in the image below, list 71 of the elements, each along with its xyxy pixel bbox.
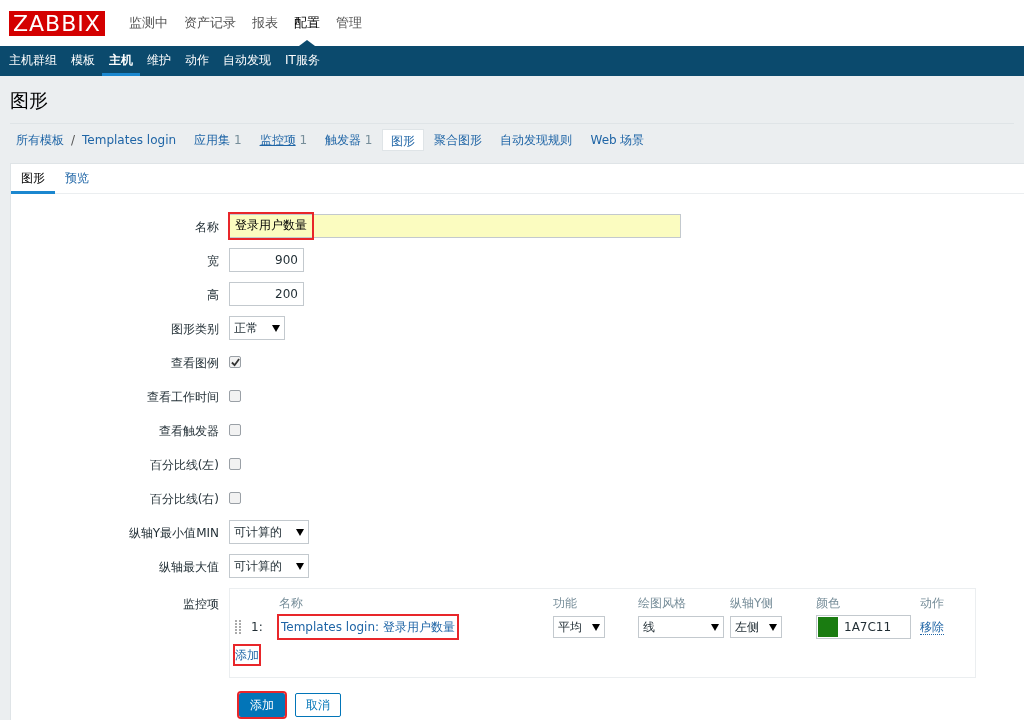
drag-handle-icon[interactable] xyxy=(235,620,241,634)
checkbox[interactable] xyxy=(229,390,241,402)
field-label: 百分比线(右) xyxy=(149,492,219,506)
row-index: 1: xyxy=(251,619,263,636)
color-swatch[interactable] xyxy=(818,617,838,637)
dropdown[interactable]: 正常 xyxy=(229,316,285,340)
host-tab[interactable]: 图形 xyxy=(382,129,425,151)
field-label: 名称 xyxy=(195,220,219,234)
sub-menu-item[interactable]: 维护 xyxy=(140,46,178,76)
caret-icon xyxy=(272,324,280,332)
column-header: 纵轴Y侧 xyxy=(730,595,775,612)
field-label: 图形类别 xyxy=(171,322,219,336)
sub-menu-item[interactable]: 动作 xyxy=(178,46,216,76)
field-label: 纵轴最大值 xyxy=(159,560,219,574)
remove-link[interactable]: 移除 xyxy=(920,620,944,635)
caret-icon xyxy=(769,623,777,631)
sub-menu-item[interactable]: 模板 xyxy=(64,46,102,76)
form-tab[interactable]: 图形 xyxy=(11,164,55,194)
breadcrumb-link[interactable]: 所有模板 xyxy=(16,131,64,149)
item-link[interactable]: Templates login: 登录用户数量 xyxy=(279,616,457,638)
main-menu-item[interactable]: 监测中 xyxy=(120,0,176,46)
sub-menu-item[interactable]: IT服务 xyxy=(278,46,327,76)
caret-icon xyxy=(592,623,600,631)
sub-menu-item[interactable]: 主机 xyxy=(102,46,140,76)
checkbox[interactable] xyxy=(229,458,241,470)
column-header: 绘图风格 xyxy=(638,595,687,612)
main-menu-item[interactable]: 管理 xyxy=(327,0,370,46)
field-label: 纵轴Y最小值MIN xyxy=(128,526,219,540)
main-menu-item[interactable]: 资产记录 xyxy=(175,0,244,46)
caret-icon xyxy=(711,623,719,631)
column-header: 颜色 xyxy=(816,595,841,612)
field-label: 查看触发器 xyxy=(159,424,219,438)
field-label: 监控项 xyxy=(183,597,219,611)
logo[interactable]: ZABBIX xyxy=(9,10,105,36)
number-input[interactable]: 900 xyxy=(229,248,304,272)
breadcrumb-link[interactable]: Templates login xyxy=(82,131,177,149)
host-tab[interactable]: 触发器 1 xyxy=(317,129,381,151)
add-button[interactable]: 添加 xyxy=(239,693,285,717)
host-tab[interactable]: 聚合图形 xyxy=(426,129,491,151)
cancel-button[interactable]: 取消 xyxy=(295,693,341,717)
main-menu-item[interactable]: 报表 xyxy=(243,0,286,46)
dropdown[interactable]: 可计算的 xyxy=(229,554,309,578)
field-label: 百分比线(左) xyxy=(149,458,219,472)
host-tab[interactable]: Web 场景 xyxy=(582,129,653,151)
breadcrumb-separator: / xyxy=(71,132,76,149)
column-header: 名称 xyxy=(279,595,304,612)
number-input[interactable]: 200 xyxy=(229,282,304,306)
sub-menu-item[interactable]: 主机群组 xyxy=(2,46,64,76)
column-header: 动作 xyxy=(920,595,945,612)
caret-icon xyxy=(296,528,304,536)
checkbox[interactable] xyxy=(229,424,241,436)
column-header: 功能 xyxy=(553,595,578,612)
function-dropdown[interactable]: 平均 xyxy=(553,616,605,638)
add-link[interactable]: 添加 xyxy=(235,646,259,664)
y-side-dropdown[interactable]: 左侧 xyxy=(730,616,782,638)
page-title: 图形 xyxy=(10,76,1014,124)
checkbox[interactable] xyxy=(229,492,241,504)
host-tab[interactable]: 监控项 1 xyxy=(251,129,315,151)
field-label: 查看图例 xyxy=(171,356,219,370)
field-label: 宽 xyxy=(207,254,219,268)
color-input[interactable]: 1A7C11 xyxy=(816,615,911,639)
host-tab[interactable]: 自动发现规则 xyxy=(492,129,581,151)
field-label: 高 xyxy=(207,288,219,302)
sub-menu-item[interactable]: 自动发现 xyxy=(216,46,278,76)
host-tab[interactable]: 应用集 1 xyxy=(186,129,250,151)
dropdown[interactable]: 可计算的 xyxy=(229,520,309,544)
checkbox[interactable] xyxy=(229,356,241,368)
style-dropdown[interactable]: 线 xyxy=(638,616,724,638)
form-tab[interactable]: 预览 xyxy=(55,164,99,194)
caret-icon xyxy=(296,562,304,570)
field-label: 查看工作时间 xyxy=(147,390,219,404)
